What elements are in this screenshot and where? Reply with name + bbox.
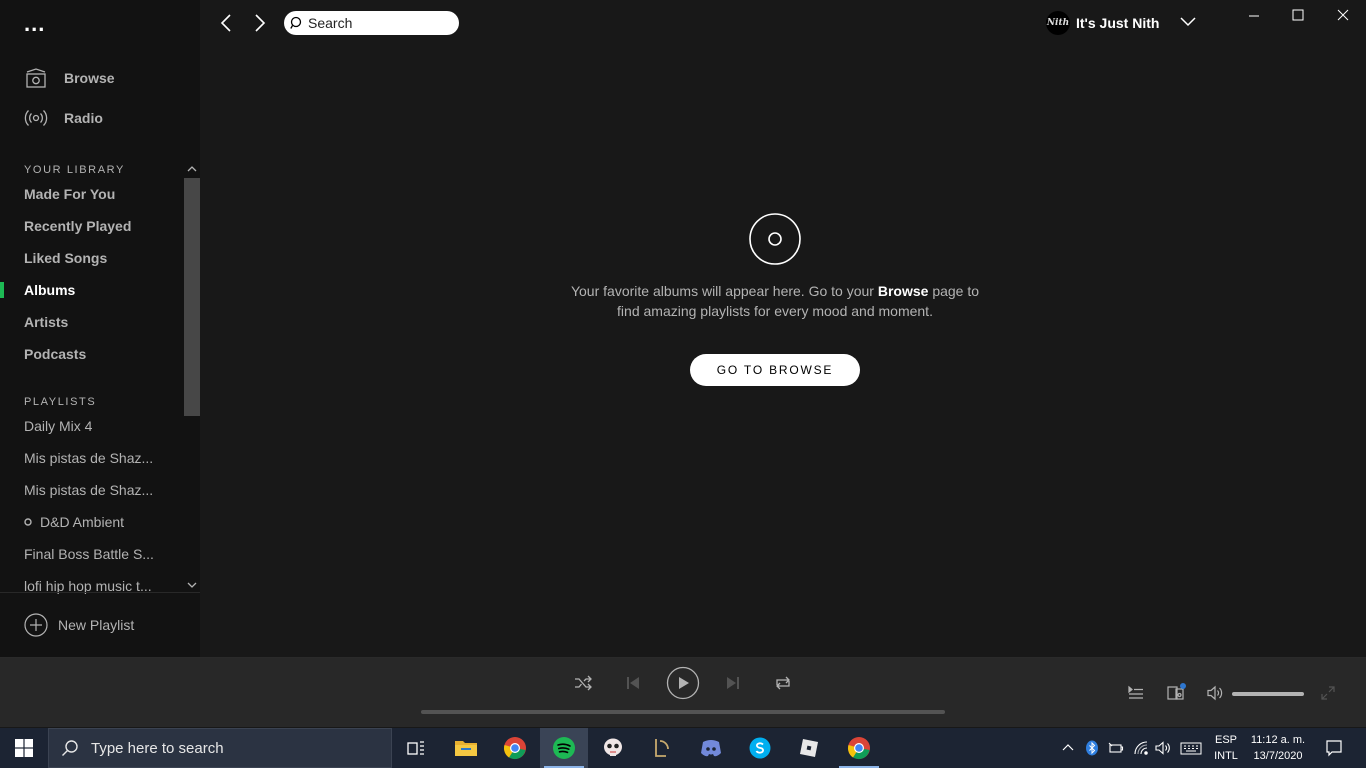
game-button[interactable] <box>589 728 637 768</box>
skype-button[interactable] <box>736 728 784 768</box>
library-item-albums[interactable]: Albums <box>24 282 75 298</box>
playlist-label: D&D Ambient <box>40 514 125 530</box>
menu-dots-button[interactable]: ... <box>24 13 45 35</box>
playlist-item[interactable]: Daily Mix 4 <box>24 418 174 434</box>
notifications-icon[interactable] <box>1325 739 1343 757</box>
new-playlist-label: New Playlist <box>58 617 135 633</box>
new-playlist-button[interactable]: New Playlist <box>24 613 134 637</box>
keyboard-icon[interactable] <box>1180 740 1202 756</box>
search-icon <box>290 16 302 29</box>
next-icon[interactable] <box>723 673 743 693</box>
chrome-icon <box>503 737 526 760</box>
taskbar-search[interactable]: Type here to search <box>48 728 392 768</box>
library-item-liked-songs[interactable]: Liked Songs <box>24 250 107 266</box>
discord-button[interactable] <box>687 728 735 768</box>
chrome-button-2[interactable] <box>835 728 883 768</box>
queue-icon[interactable] <box>1127 684 1145 702</box>
album-icon <box>749 213 801 265</box>
volume-icon[interactable] <box>1206 684 1224 702</box>
progress-bar[interactable] <box>421 710 945 714</box>
show-hidden-icons-icon[interactable] <box>1060 740 1076 756</box>
library-item-artists[interactable]: Artists <box>24 314 68 330</box>
sidebar: ... Browse Radio YOUR LIBRARY Made For Y… <box>0 0 200 657</box>
task-view-button[interactable] <box>392 728 440 768</box>
discord-icon <box>701 740 721 757</box>
go-to-browse-button[interactable]: GO TO BROWSE <box>690 354 860 386</box>
plus-circle-icon <box>24 613 48 637</box>
library-item-podcasts[interactable]: Podcasts <box>24 346 86 362</box>
nav-browse[interactable]: Browse <box>24 66 115 90</box>
forward-arrow-icon[interactable] <box>250 12 270 34</box>
fullscreen-icon[interactable] <box>1320 685 1336 701</box>
sidebar-scrollbar[interactable] <box>184 178 200 416</box>
chrome-icon <box>847 737 870 760</box>
volume-slider[interactable] <box>1232 692 1304 696</box>
roblox-icon <box>800 739 818 757</box>
maximize-icon[interactable] <box>1288 6 1308 26</box>
search-input[interactable] <box>308 15 448 31</box>
repeat-icon[interactable] <box>773 673 793 693</box>
bluetooth-icon[interactable] <box>1084 740 1100 756</box>
start-button[interactable] <box>0 728 48 768</box>
input-language[interactable]: ESP INTL <box>1212 732 1240 764</box>
wifi-icon[interactable] <box>1133 740 1149 756</box>
task-view-icon <box>407 741 424 755</box>
nav-radio-label: Radio <box>64 110 103 126</box>
scroll-down-icon[interactable] <box>186 579 198 591</box>
roblox-button[interactable] <box>785 728 833 768</box>
windows-logo-icon <box>15 739 33 757</box>
league-button[interactable] <box>638 728 686 768</box>
file-explorer-icon <box>455 741 477 756</box>
battery-icon[interactable] <box>1108 740 1124 756</box>
chevron-down-icon[interactable] <box>1178 14 1198 30</box>
empty-text-before: Your favorite albums will appear here. G… <box>570 283 874 299</box>
search-box[interactable] <box>284 11 459 35</box>
skype-icon <box>749 737 771 759</box>
spotify-icon <box>553 737 575 759</box>
playlist-item[interactable]: Mis pistas de Shaz... <box>24 482 174 498</box>
lang-code: ESP <box>1214 734 1237 746</box>
player-bar <box>0 657 1366 727</box>
clock-date: 13/7/2020 <box>1253 750 1303 762</box>
library-item-recently-played[interactable]: Recently Played <box>24 218 131 234</box>
empty-text-browse-link: Browse <box>877 283 929 299</box>
taskbar-search-placeholder: Type here to search <box>91 739 224 757</box>
playlist-item[interactable]: Final Boss Battle S... <box>24 546 174 562</box>
game-skull-icon <box>604 738 622 756</box>
lang-layout: INTL <box>1214 750 1238 762</box>
user-menu[interactable]: Nith It's Just Nith <box>1046 11 1159 35</box>
scroll-up-icon[interactable] <box>186 163 198 175</box>
playlist-item[interactable]: Mis pistas de Shaz... <box>24 450 174 466</box>
clock[interactable]: 11:12 a. m. 13/7/2020 <box>1246 732 1310 764</box>
playlist-item-collab[interactable]: D&D Ambient <box>24 514 174 530</box>
divider <box>0 592 200 593</box>
spotify-taskbar-button[interactable] <box>540 728 588 768</box>
avatar: Nith <box>1046 11 1070 35</box>
chrome-button[interactable] <box>491 728 539 768</box>
library-section-title: YOUR LIBRARY <box>24 164 125 176</box>
previous-icon[interactable] <box>623 673 643 693</box>
radio-icon <box>24 110 48 126</box>
speaker-icon[interactable] <box>1155 740 1171 756</box>
collaborative-icon <box>24 518 32 526</box>
empty-state-text: Your favorite albums will appear here. G… <box>560 281 990 321</box>
minimize-icon[interactable] <box>1244 6 1264 26</box>
playlists-section-title: PLAYLISTS <box>24 396 97 408</box>
nav-radio[interactable]: Radio <box>24 106 103 130</box>
close-icon[interactable] <box>1333 6 1353 26</box>
back-arrow-icon[interactable] <box>216 12 236 34</box>
shuffle-icon[interactable] <box>573 673 593 693</box>
nav-browse-label: Browse <box>64 70 115 86</box>
active-indicator <box>0 282 4 298</box>
windows-taskbar: Type here to search ESP INTL 11:12 a. m.… <box>0 728 1366 768</box>
browse-icon <box>26 68 46 88</box>
user-name: It's Just Nith <box>1076 15 1160 31</box>
play-icon[interactable] <box>666 666 700 700</box>
clock-time: 11:12 a. m. <box>1250 734 1306 746</box>
search-icon <box>62 740 78 756</box>
league-icon <box>655 739 669 757</box>
file-explorer-button[interactable] <box>442 728 490 768</box>
library-item-made-for-you[interactable]: Made For You <box>24 186 115 202</box>
devices-icon[interactable] <box>1166 682 1186 702</box>
